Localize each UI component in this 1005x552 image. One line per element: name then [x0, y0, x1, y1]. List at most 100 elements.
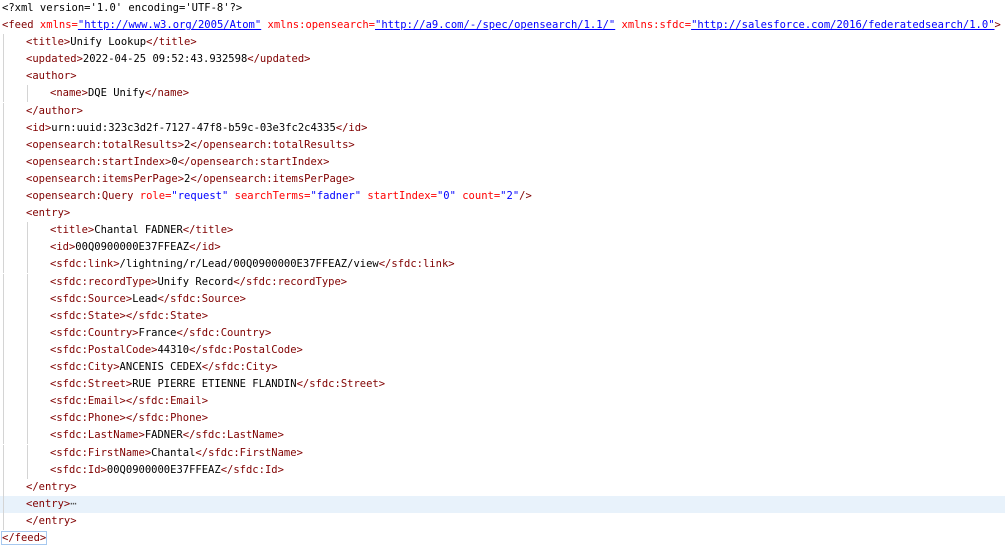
indent-guide: [3, 341, 4, 359]
xml-line: <sfdc:PostalCode>44310</sfdc:PostalCode>: [0, 341, 1005, 359]
open-tag: <opensearch:totalResults>: [26, 138, 185, 151]
line-content: <name>DQE Unify</name>: [50, 85, 189, 102]
close-tag: </sfdc:PostalCode>: [189, 343, 303, 356]
feed-attr-name: xmlns:opensearch=: [261, 19, 375, 31]
element-value: Unify Record: [157, 275, 234, 288]
close-tag: </sfdc:link>: [378, 258, 455, 271]
close-tag: </opensearch:startIndex>: [177, 155, 330, 168]
line-content: <sfdc:State></sfdc:State>: [50, 308, 208, 325]
indent-guide: [3, 427, 4, 445]
open-tag: <entry>: [26, 207, 71, 220]
close-tag: </opensearch:totalResults>: [190, 138, 355, 151]
element-value: Chantal: [151, 446, 196, 459]
indent-guide: [3, 102, 4, 120]
query-attr-name: role=: [133, 190, 172, 202]
line-content: <updated>2022-04-25 09:52:43.932598</upd…: [26, 51, 311, 68]
xml-line: <sfdc:Country>France</sfdc:Country>: [0, 324, 1005, 342]
indent-guide: [27, 341, 28, 359]
close-tag: </sfdc:Phone>: [125, 412, 209, 425]
query-tag: <opensearch:Query: [26, 190, 134, 202]
xml-line: <opensearch:totalResults>2</opensearch:t…: [0, 136, 1005, 154]
line-content: <opensearch:startIndex>0</opensearch:sta…: [26, 154, 329, 171]
indent-guide: [3, 205, 4, 223]
indent-guide: [3, 119, 4, 137]
indent-guide: [3, 188, 4, 205]
open-tag: <author>: [26, 70, 77, 83]
xml-line: <opensearch:Query role="request" searchT…: [0, 188, 1005, 205]
xml-line: <opensearch:itemsPerPage>2</opensearch:i…: [0, 170, 1005, 188]
xml-declaration: <?xml version='1.0' encoding='UTF-8'?>: [2, 2, 243, 14]
line-content: <sfdc:Street>RUE PIERRE ETIENNE FLANDIN<…: [50, 376, 385, 393]
element-value: FADNER: [144, 429, 183, 442]
line-content: <sfdc:LastName>FADNER</sfdc:LastName>: [50, 427, 284, 444]
xml-line: <sfdc:FirstName>Chantal</sfdc:FirstName>: [0, 444, 1005, 462]
line-content: <opensearch:Query role="request" searchT…: [26, 188, 532, 205]
xml-line: <author>: [0, 68, 1005, 86]
query-attr-value: "fadner": [310, 190, 362, 202]
open-tag: <sfdc:Phone>: [50, 412, 126, 425]
feed-attr-link[interactable]: "http://a9.com/-/spec/opensearch/1.1/": [375, 19, 615, 31]
element-value: RUE PIERRE ETIENNE FLANDIN: [132, 378, 297, 391]
line-content: <opensearch:itemsPerPage>2</opensearch:i…: [26, 171, 355, 188]
line-content: <sfdc:Email></sfdc:Email>: [50, 393, 208, 410]
open-tag: <sfdc:Id>: [50, 463, 107, 476]
line-content: </author>: [26, 103, 83, 120]
collapsed-ellipsis-icon[interactable]: ⋯: [70, 498, 76, 510]
indent-guide: [3, 495, 4, 513]
xml-line: </entry>: [0, 478, 1005, 496]
indent-guide: [27, 273, 28, 291]
indent-guide: [3, 461, 4, 479]
element-value: 2022-04-25 09:52:43.932598: [82, 53, 248, 66]
close-tag: </updated>: [247, 53, 311, 66]
xml-line: <sfdc:Phone></sfdc:Phone>: [0, 410, 1005, 428]
close-tag: </sfdc:City>: [201, 361, 278, 373]
open-tag: </entry>: [26, 514, 77, 527]
indent-guide: [3, 51, 4, 69]
xml-line: <sfdc:link>/lightning/r/Lead/00Q0900000E…: [0, 256, 1005, 274]
close-tag: </id>: [335, 121, 368, 134]
open-tag: <sfdc:link>: [50, 258, 120, 271]
open-tag: <sfdc:PostalCode>: [50, 343, 158, 356]
xml-line: <title>Unify Lookup</title>: [0, 34, 1005, 52]
close-tag: </sfdc:Country>: [176, 326, 272, 339]
close-tag: </opensearch:itemsPerPage>: [190, 172, 355, 185]
xml-declaration-line: <?xml version='1.0' encoding='UTF-8'?>: [0, 0, 1005, 17]
collapsed-entry-line[interactable]: <entry>⋯: [0, 495, 1005, 513]
open-tag: <sfdc:Email>: [50, 395, 126, 408]
indent-guide: [27, 239, 28, 257]
xml-line: </entry>: [0, 512, 1005, 530]
line-content: <sfdc:Source>Lead</sfdc:Source>: [50, 291, 246, 308]
line-content: </entry>: [26, 479, 77, 496]
feed-attr-link[interactable]: "http://www.w3.org/2005/Atom": [78, 19, 261, 31]
line-content: <sfdc:Country>France</sfdc:Country>: [50, 325, 271, 342]
line-content: <sfdc:Phone></sfdc:Phone>: [50, 410, 208, 427]
indent-guide: [3, 256, 4, 274]
feed-attr-name: xmlns:sfdc=: [615, 19, 692, 31]
line-content: <sfdc:link>/lightning/r/Lead/00Q0900000E…: [50, 256, 455, 273]
xml-line: <sfdc:Street>RUE PIERRE ETIENNE FLANDIN<…: [0, 376, 1005, 394]
feed-attr-link[interactable]: "http://salesforce.com/2016/federatedsea…: [691, 19, 994, 31]
xml-viewer[interactable]: <?xml version='1.0' encoding='UTF-8'?> <…: [0, 0, 1005, 552]
indent-guide: [3, 290, 4, 308]
xml-line: <sfdc:State></sfdc:State>: [0, 307, 1005, 325]
indent-guide: [27, 307, 28, 325]
indent-guide: [3, 136, 4, 154]
feed-tag: <feed: [2, 19, 34, 31]
feed-attr-name: xmlns=: [33, 19, 78, 31]
close-tag: </sfdc:Source>: [157, 292, 246, 305]
open-tag: </entry>: [26, 480, 77, 493]
indent-guide: [3, 376, 4, 394]
line-content: </feed>: [0, 530, 48, 547]
open-tag: <sfdc:recordType>: [50, 275, 158, 288]
line-content: <id>00Q0900000E37FFEAZ</id>: [50, 239, 221, 256]
line-content: <entry>⋯: [26, 496, 77, 513]
indent-guide: [27, 444, 28, 462]
xml-line: <updated>2022-04-25 09:52:43.932598</upd…: [0, 51, 1005, 69]
element-value: 00Q0900000E37FFEAZ: [106, 463, 221, 476]
line-content: <author>: [26, 68, 77, 85]
indent-guide: [3, 410, 4, 428]
xml-line: <sfdc:recordType>Unify Record</sfdc:reco…: [0, 273, 1005, 291]
xml-line: <sfdc:City>ANCENIS CEDEX</sfdc:City>: [0, 359, 1005, 376]
indent-guide: [3, 273, 4, 291]
close-tag: </sfdc:LastName>: [182, 429, 284, 442]
